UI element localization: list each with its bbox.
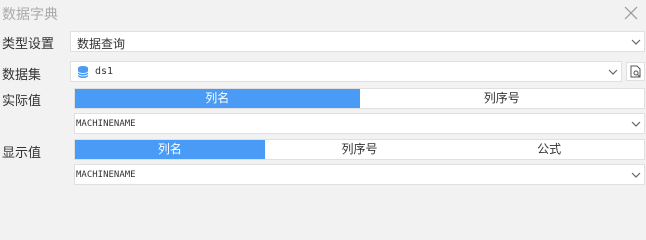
display-value-option-column-name[interactable]: 列名 bbox=[75, 140, 265, 159]
type-setting-value: 数据查询 bbox=[77, 37, 126, 51]
display-value-label: 显示值 bbox=[2, 146, 42, 161]
type-setting-select[interactable]: 数据查询 bbox=[70, 31, 645, 52]
display-value-field-select[interactable]: MACHINENAME bbox=[74, 164, 645, 185]
dialog-title: 数据字典 bbox=[2, 7, 58, 23]
dataset-select[interactable]: ds1 bbox=[70, 61, 622, 82]
actual-value-option-column-name[interactable]: 列名 bbox=[75, 89, 360, 108]
close-icon[interactable] bbox=[622, 4, 640, 22]
dataset-label: 数据集 bbox=[2, 68, 42, 83]
dataset-value: ds1 bbox=[95, 66, 114, 77]
display-value-option-formula[interactable]: 公式 bbox=[454, 140, 644, 159]
actual-value-option-column-index[interactable]: 列序号 bbox=[360, 89, 645, 108]
display-value-field: MACHINENAME bbox=[76, 170, 136, 180]
chevron-down-icon bbox=[631, 121, 641, 127]
actual-value-field: MACHINENAME bbox=[76, 119, 136, 129]
actual-value-field-select[interactable]: MACHINENAME bbox=[74, 113, 645, 134]
document-search-icon bbox=[630, 65, 641, 78]
display-value-mode-toggle[interactable]: 列名 列序号 公式 bbox=[74, 139, 645, 160]
chevron-down-icon bbox=[631, 172, 641, 178]
dataset-preview-button[interactable] bbox=[626, 62, 645, 81]
type-setting-label: 类型设置 bbox=[2, 37, 55, 52]
database-icon bbox=[77, 66, 89, 78]
actual-value-label: 实际值 bbox=[2, 94, 42, 109]
display-value-option-column-index[interactable]: 列序号 bbox=[265, 140, 455, 159]
actual-value-mode-toggle[interactable]: 列名 列序号 bbox=[74, 88, 645, 109]
chevron-down-icon bbox=[608, 69, 618, 75]
chevron-down-icon bbox=[631, 39, 641, 45]
